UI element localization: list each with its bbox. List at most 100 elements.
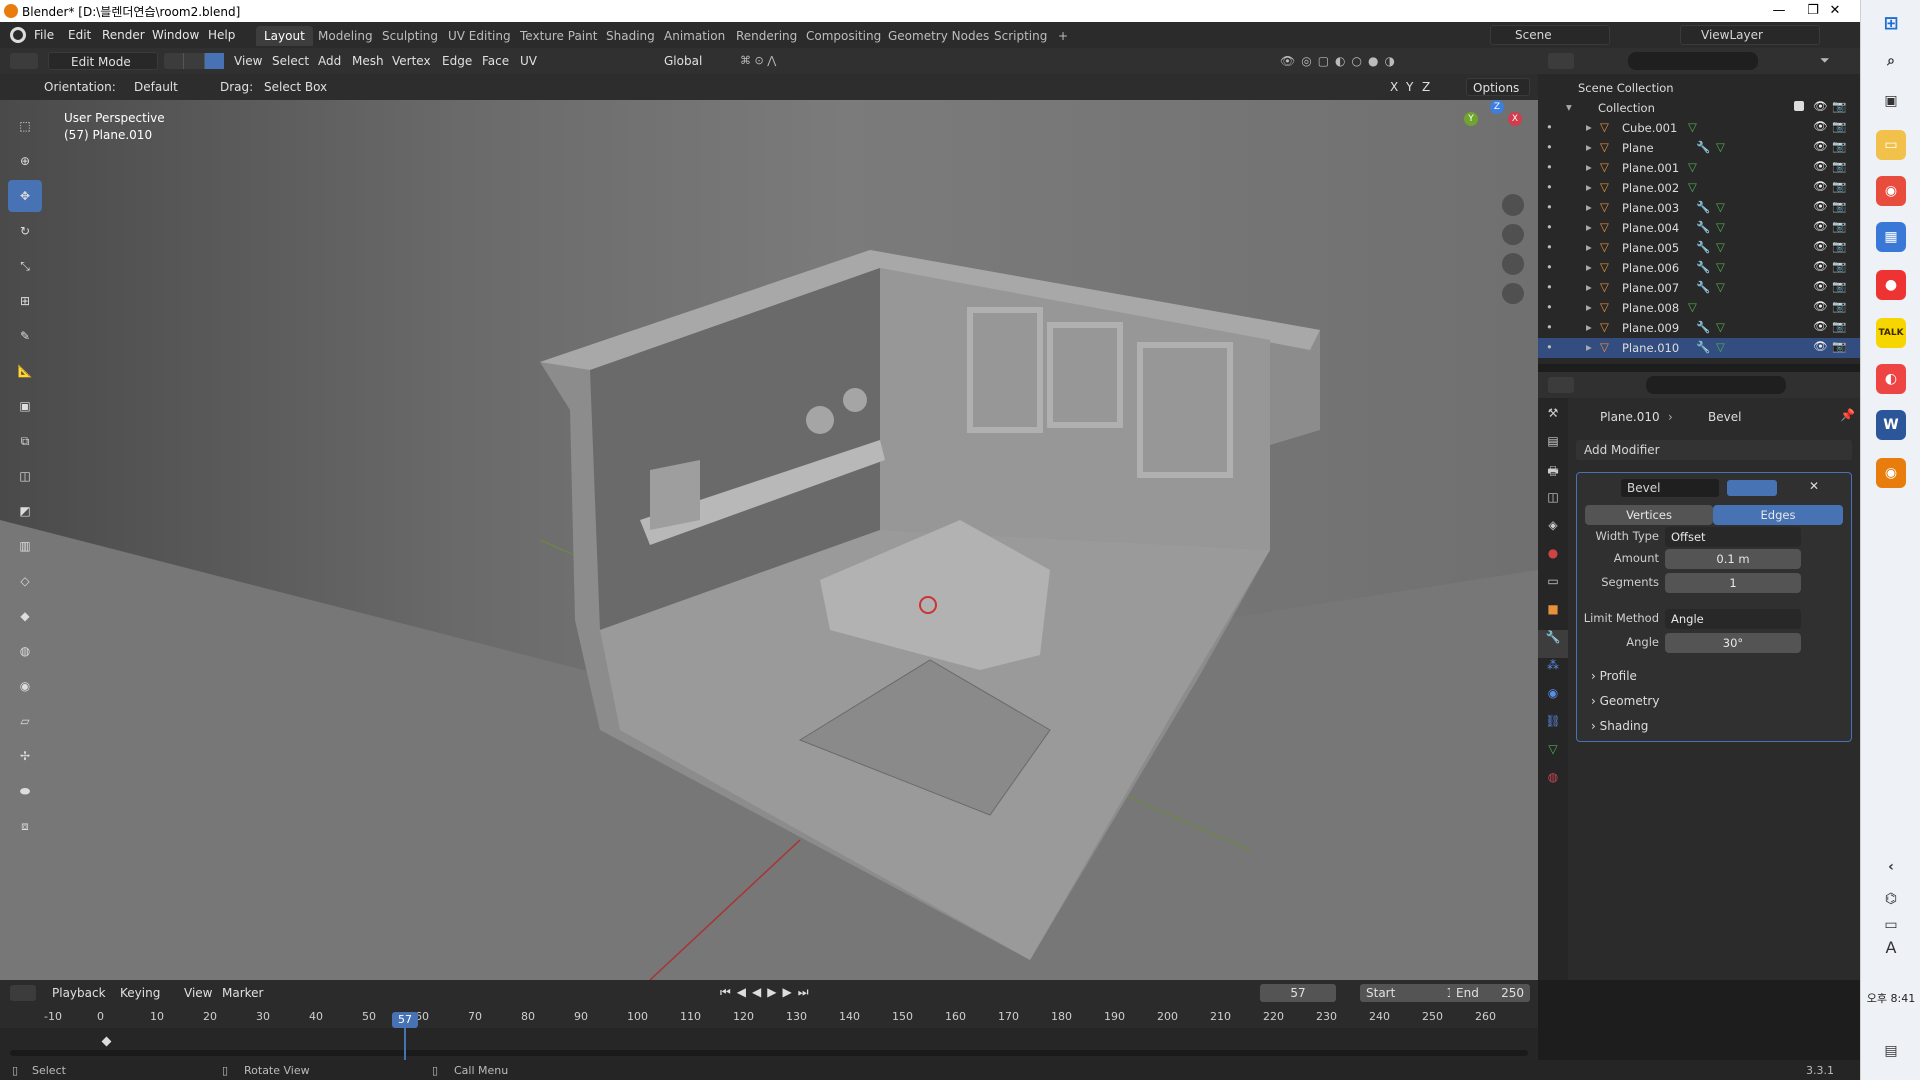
vertex-select-icon[interactable] [164,53,185,69]
close-button[interactable]: ✕ [1812,0,1858,22]
menu-edit[interactable]: Edit [68,28,91,42]
segments-field[interactable]: 1 [1665,573,1801,593]
exclude-checkbox[interactable] [1794,101,1804,111]
menu-timeline-view[interactable]: View [184,984,212,1002]
mesh-data-icon[interactable]: ▽ [1716,240,1725,254]
tab-modeling[interactable]: Modeling [310,26,381,46]
taskbar-clock[interactable]: 오후 8:41 [1863,990,1919,1006]
profile-subpanel[interactable]: › Profile [1591,669,1637,683]
menu-view[interactable]: View [234,52,262,70]
modifier-wrench-icon[interactable]: 🔧 [1696,140,1710,154]
zoom-icon[interactable] [1502,194,1524,216]
pan-hand-icon[interactable] [1502,223,1524,245]
render-camera-icon[interactable]: 📷 [1832,239,1846,253]
mesh-data-icon[interactable]: ▽ [1716,200,1725,214]
expand-icon[interactable]: ▸ [1586,240,1592,254]
collection-tab-icon[interactable]: ▭ [1538,574,1568,602]
visibility-icon[interactable]: 👁 [1813,219,1828,233]
width-type-select[interactable]: Offset [1665,527,1801,547]
visibility-icon[interactable]: 👁 [1813,339,1828,353]
mesh-data-icon[interactable]: ▽ [1716,140,1725,154]
mode-selector[interactable]: Edit Mode [48,52,158,70]
expand-icon[interactable]: ▸ [1586,220,1592,234]
tool-tab-icon[interactable]: ⚒ [1538,406,1568,434]
render-camera-icon[interactable]: 📷 [1832,279,1846,293]
render-camera-icon[interactable]: 📷 [1832,159,1846,173]
ime-indicator[interactable]: A [1876,932,1906,962]
physics-tab-icon[interactable]: ◉ [1538,686,1568,714]
navigation-gizmo[interactable]: Z X Y [1460,100,1538,180]
render-camera-icon[interactable]: 📷 [1832,199,1846,213]
outliner-object-row[interactable]: • ▸ ▽ Plane.003 🔧 ▽ 👁 📷 [1538,198,1860,218]
axis-x-toggle[interactable]: X [1390,78,1398,96]
angle-field[interactable]: 30° [1665,633,1801,653]
menu-vertex[interactable]: Vertex [392,52,431,70]
modifier-wrench-icon[interactable]: 🔧 [1696,200,1710,214]
keyframe-marker[interactable] [101,1036,112,1047]
playback-controls[interactable]: ⏮◀◀▶▶⏭ [720,985,840,1001]
drag-selector[interactable]: Select Box [264,78,330,96]
tab-geometry-nodes[interactable]: Geometry Nodes [880,26,997,46]
cursor-tool-icon[interactable]: ⊕ [8,145,42,177]
search-icon[interactable]: ⌕ [1876,46,1906,76]
visibility-icon[interactable]: 👁 [1813,199,1828,213]
view-layer-tab-icon[interactable]: ◫ [1538,490,1568,518]
menu-select[interactable]: Select [272,52,309,70]
gizmo-z-axis[interactable]: Z [1490,100,1504,114]
particles-tab-icon[interactable]: ⁂ [1538,658,1568,686]
mesh-data-icon[interactable]: ▽ [1688,160,1697,174]
outliner-editor-type-icon[interactable] [1548,53,1574,69]
filter-icon[interactable]: ⏷ [1820,53,1836,69]
expand-icon[interactable]: ▸ [1586,160,1592,174]
poly-build-tool-icon[interactable]: ◆ [8,600,42,632]
outliner-object-row[interactable]: • ▸ ▽ Plane.010 🔧 ▽ 👁 📷 [1538,338,1860,358]
tab-animation[interactable]: Animation [656,26,733,46]
tab-layout[interactable]: Layout [256,26,313,46]
modifier-wrench-icon[interactable]: 🔧 [1696,260,1710,274]
render-camera-icon[interactable]: 📷 [1832,179,1846,193]
outliner-object-row[interactable]: • ▸ ▽ Plane.006 🔧 ▽ 👁 📷 [1538,258,1860,278]
menu-render[interactable]: Render [102,28,145,42]
face-select-icon[interactable] [204,53,224,69]
timeline-ruler[interactable]: -10 0 10 20 30 40 50 60 70 80 90 100 110 120 130 140 150… [0,1006,1538,1028]
camera-icon[interactable] [1502,253,1524,275]
add-cube-tool-icon[interactable]: ▣ [8,390,42,422]
gizmo-y-axis[interactable]: Y [1464,112,1478,126]
outliner-object-row[interactable]: • ▸ ▽ Plane.009 🔧 ▽ 👁 📷 [1538,318,1860,338]
snapping-controls[interactable]: ⌘ ⊙ ⋀ [740,54,870,68]
timeline-area[interactable] [0,1028,1538,1060]
expand-icon[interactable]: ▸ [1586,300,1592,314]
bevel-tool-icon[interactable]: ◩ [8,495,42,527]
render-camera-icon[interactable]: 📷 [1832,319,1846,333]
object-tab-icon[interactable]: ■ [1538,602,1568,630]
add-modifier-dropdown[interactable]: Add Modifier [1576,440,1852,460]
spin-tool-icon[interactable]: ◍ [8,635,42,667]
menu-window[interactable]: Window [152,28,199,42]
expand-icon[interactable]: ▸ [1586,280,1592,294]
edges-tab[interactable]: Edges [1713,505,1843,525]
limit-method-select[interactable]: Angle [1665,609,1801,629]
notification-icon[interactable]: ▤ [1876,1036,1906,1066]
visibility-icon[interactable]: 👁 [1813,299,1828,313]
modifier-wrench-icon[interactable]: 🔧 [1696,320,1710,334]
outliner-object-row[interactable]: • ▸ ▽ Plane.001 ▽ 👁 📷 [1538,158,1860,178]
collapse-icon[interactable]: ▾ [1566,100,1572,114]
outliner-object-row[interactable]: • ▸ ▽ Plane 🔧 ▽ 👁 📷 [1538,138,1860,158]
outliner-object-row[interactable]: • ▸ ▽ Cube.001 ▽ 👁 📷 [1538,118,1860,138]
blender-menu-icon[interactable] [10,27,26,43]
outliner-object-row[interactable]: • ▸ ▽ Plane.007 🔧 ▽ 👁 📷 [1538,278,1860,298]
kakaotalk-icon[interactable]: TALK [1876,318,1906,348]
timeline-scrollbar[interactable] [10,1050,1528,1056]
edge-slide-tool-icon[interactable]: ▱ [8,705,42,737]
transform-tool-icon[interactable]: ⊞ [8,285,42,317]
start-menu-icon[interactable]: ⊞ [1876,8,1906,38]
file-explorer-icon[interactable]: ▭ [1876,130,1906,160]
shrink-fatten-tool-icon[interactable]: ✢ [8,740,42,772]
annotate-tool-icon[interactable]: ✎ [8,320,42,352]
modifier-tab-icon[interactable]: 🔧 [1538,630,1568,658]
edge-select-icon[interactable] [184,53,205,69]
material-tab-icon[interactable]: ◍ [1538,770,1568,798]
render-tab-icon[interactable]: ▤ [1538,434,1568,462]
modifier-wrench-icon[interactable]: 🔧 [1696,340,1710,354]
axis-y-toggle[interactable]: Y [1406,78,1413,96]
